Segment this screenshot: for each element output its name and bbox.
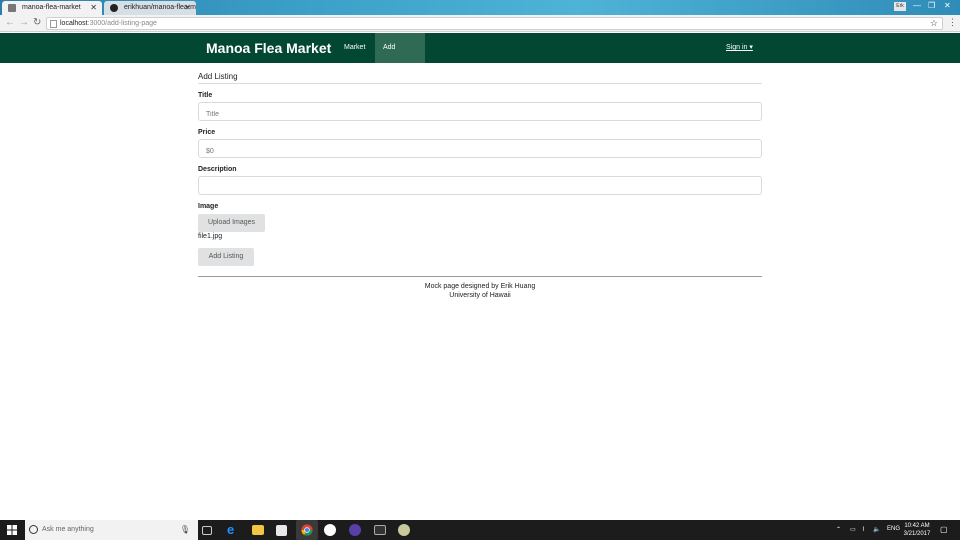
image-label: Image xyxy=(198,203,219,210)
microphone-icon[interactable]: 🎙 xyxy=(180,525,190,534)
close-tab-icon[interactable]: ✕ xyxy=(90,3,97,12)
app-navbar: Manoa Flea Market Market Add Listing Sig… xyxy=(0,33,960,81)
github-icon xyxy=(110,4,118,12)
upload-images-button[interactable]: Upload Images xyxy=(198,214,265,232)
volume-icon[interactable]: 🔈 xyxy=(873,526,880,533)
close-window-icon[interactable]: ✕ xyxy=(944,1,951,10)
tray-overflow-icon[interactable]: ⌃ xyxy=(836,526,841,533)
file-explorer-icon[interactable] xyxy=(252,525,264,535)
bookmark-star-icon[interactable]: ☆ xyxy=(930,18,938,29)
clock-time: 10:42 AM xyxy=(904,523,930,529)
chrome-icon xyxy=(301,524,313,536)
clock-date: 3/21/2017 xyxy=(903,531,931,537)
address-bar[interactable]: localhost:3000/add-listing-page ☆ xyxy=(46,17,943,30)
browser-tab-strip: manoa-flea-market ✕ erikhuan/manoa-flea-… xyxy=(0,0,960,15)
page-info-icon[interactable] xyxy=(50,20,57,28)
footer-credit: Mock page designed by Erik Huang xyxy=(424,283,536,290)
browser-toolbar: ← → ↻ localhost:3000/add-listing-page ☆ … xyxy=(0,15,960,32)
maximize-icon[interactable]: ❐ xyxy=(928,1,935,10)
form-heading: Add Listing xyxy=(198,72,238,81)
footer-university: University of Hawaii xyxy=(449,292,511,299)
back-arrow-icon[interactable]: ← xyxy=(5,18,15,28)
brand-title[interactable]: Manoa Flea Market xyxy=(206,40,331,56)
reload-icon[interactable]: ↻ xyxy=(33,18,41,28)
footer-divider xyxy=(198,276,762,277)
price-input[interactable] xyxy=(198,139,762,158)
sign-in-dropdown[interactable]: Sign in ▾ xyxy=(726,33,753,63)
title-input[interactable] xyxy=(198,102,762,121)
battery-icon[interactable]: ▭ xyxy=(850,526,856,533)
title-label: Title xyxy=(198,92,213,99)
windows-start-icon[interactable] xyxy=(7,525,17,535)
cortana-icon xyxy=(29,525,38,534)
profile-badge[interactable]: Erk xyxy=(894,2,906,11)
minimize-icon[interactable]: — xyxy=(913,1,921,10)
close-tab-icon[interactable]: ✕ xyxy=(184,3,191,12)
description-label: Description xyxy=(198,166,237,173)
description-input[interactable] xyxy=(198,176,762,195)
add-listing-submit-button[interactable]: Add Listing xyxy=(198,248,254,266)
task-view-icon[interactable] xyxy=(202,526,212,535)
app-icon-6[interactable] xyxy=(398,524,410,536)
forward-arrow-icon[interactable]: → xyxy=(19,18,29,28)
network-icon[interactable]: ⌇ xyxy=(862,526,865,533)
browser-menu-icon[interactable]: ⋮ xyxy=(948,17,957,28)
nav-item-add-listing[interactable]: Add Listing xyxy=(375,33,425,81)
url-host: localhost xyxy=(60,20,88,27)
terminal-icon[interactable] xyxy=(374,525,386,535)
heading-divider xyxy=(198,83,762,84)
browser-tab-active[interactable]: manoa-flea-market ✕ xyxy=(2,1,102,15)
nav-item-market[interactable]: Market xyxy=(336,33,373,63)
app-icon-4[interactable] xyxy=(349,524,361,536)
url-path: :3000/add-listing-page xyxy=(87,20,157,27)
system-clock[interactable]: 10:42 AM 3/21/2017 xyxy=(900,522,934,538)
tab-title: manoa-flea-market xyxy=(22,4,81,11)
action-center-icon[interactable]: ▢ xyxy=(940,525,948,534)
language-indicator[interactable]: ENG xyxy=(887,526,900,532)
chrome-taskbar-button[interactable] xyxy=(296,520,318,540)
store-icon[interactable] xyxy=(276,525,287,536)
app-icon-3[interactable] xyxy=(324,524,336,536)
search-placeholder: Ask me anything xyxy=(42,526,94,533)
price-label: Price xyxy=(198,129,216,136)
browser-tab-inactive[interactable]: erikhuan/manoa-flea-m ✕ xyxy=(104,1,196,15)
cortana-search-box[interactable]: Ask me anything 🎙 xyxy=(25,520,198,540)
edge-browser-icon[interactable]: e xyxy=(227,522,241,537)
page-favicon-icon xyxy=(8,4,16,12)
selected-file-name: file1.jpg xyxy=(198,233,223,240)
windows-taskbar: Ask me anything 🎙 e ⌃ ▭ ⌇ 🔈 ENG 10:42 AM… xyxy=(0,520,960,540)
